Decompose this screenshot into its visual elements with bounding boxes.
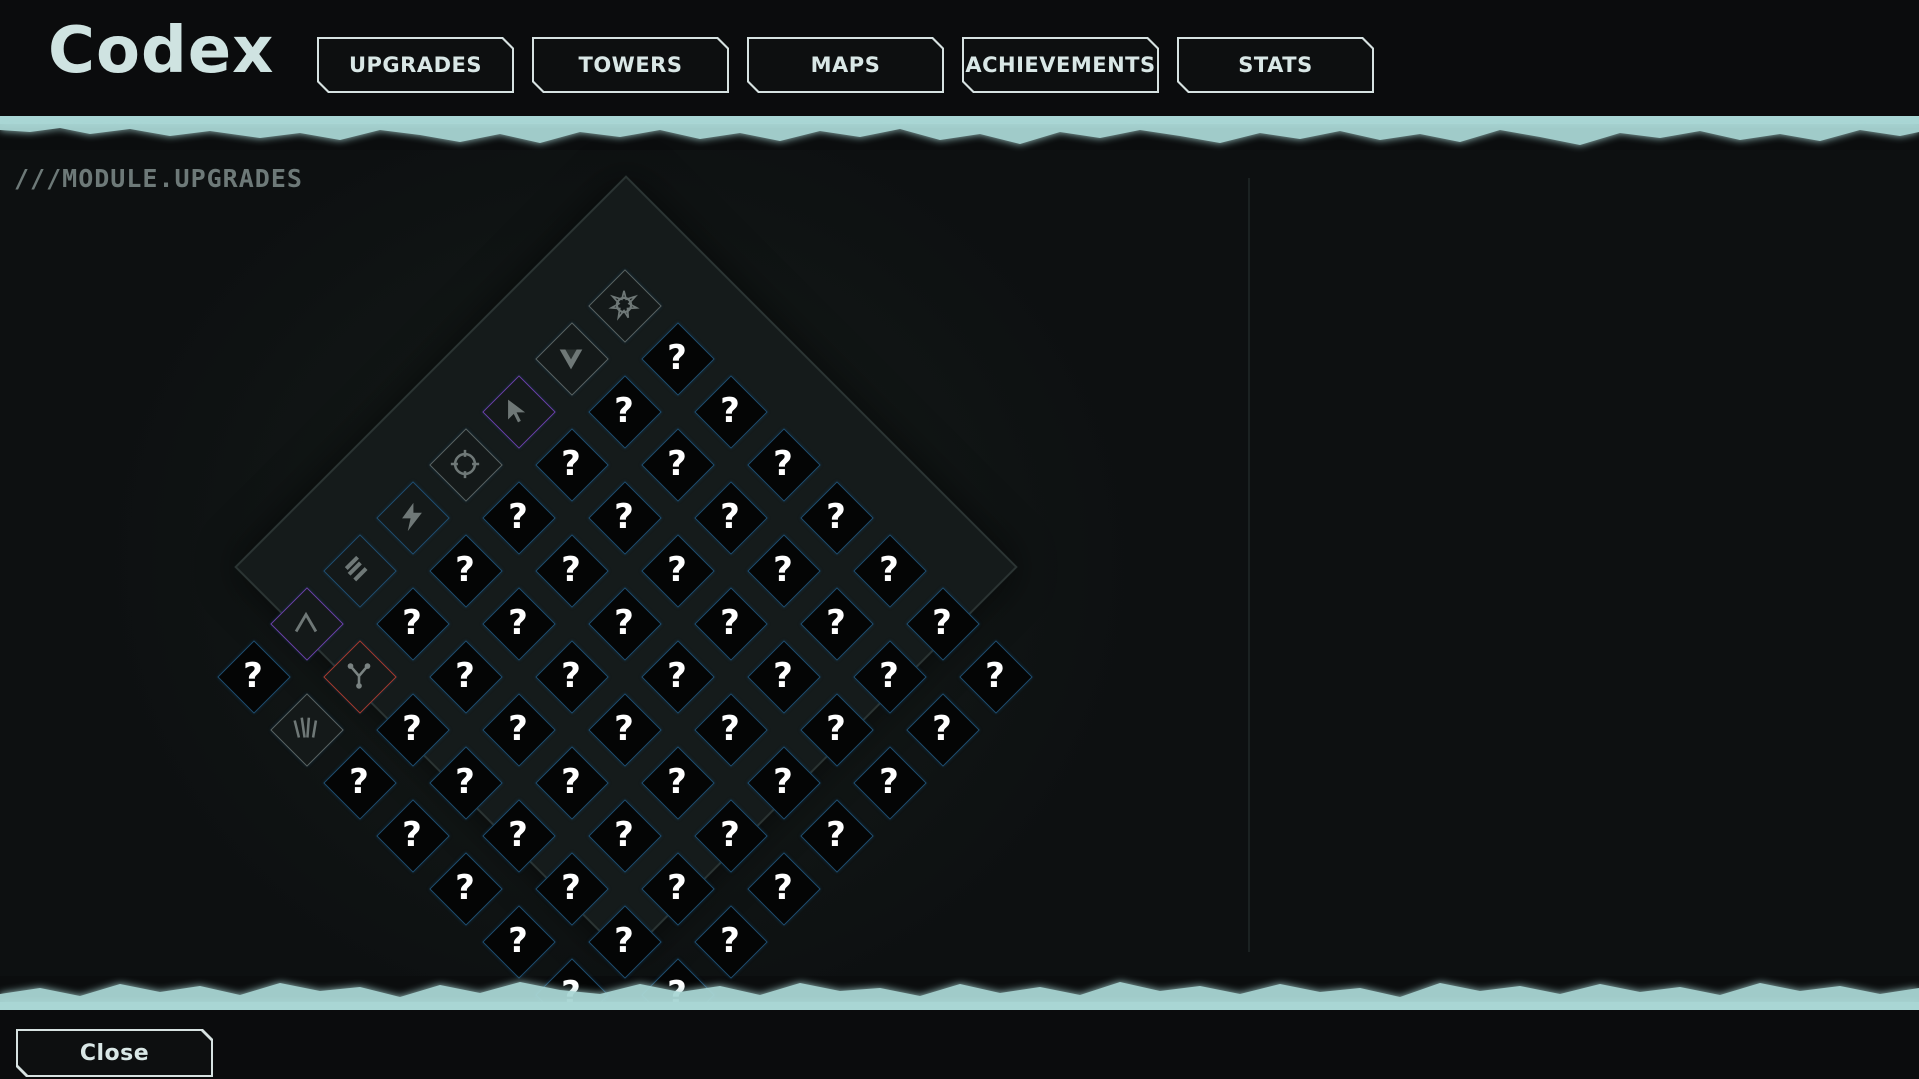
upgrades-panel: ///MODULE.UPGRADES ?????????????????????… [0, 150, 1919, 1079]
page-title: Codex [48, 14, 275, 88]
tab-towers[interactable]: TOWERS [532, 37, 729, 93]
header-bar: Codex UPGRADES TOWERS MAPS ACHIEVEMENTS … [0, 0, 1919, 118]
tab-upgrades-label: UPGRADES [319, 39, 512, 91]
panel-divider [1248, 178, 1250, 952]
codex-screen: Codex UPGRADES TOWERS MAPS ACHIEVEMENTS … [0, 0, 1919, 1079]
tab-towers-label: TOWERS [534, 39, 727, 91]
tab-upgrades[interactable]: UPGRADES [317, 37, 514, 93]
torn-edge-top [0, 116, 1919, 145]
tab-stats-label: STATS [1179, 39, 1372, 91]
tab-maps-label: MAPS [749, 39, 942, 91]
close-button[interactable]: Close [16, 1029, 213, 1077]
torn-edge-bottom [0, 982, 1919, 1012]
module-label: ///MODULE.UPGRADES [14, 164, 303, 193]
tab-achievements-label: ACHIEVEMENTS [964, 39, 1157, 91]
close-button-label: Close [18, 1031, 211, 1075]
footer-bar: Close [0, 1010, 1919, 1079]
tab-achievements[interactable]: ACHIEVEMENTS [962, 37, 1159, 93]
tab-maps[interactable]: MAPS [747, 37, 944, 93]
tab-stats[interactable]: STATS [1177, 37, 1374, 93]
